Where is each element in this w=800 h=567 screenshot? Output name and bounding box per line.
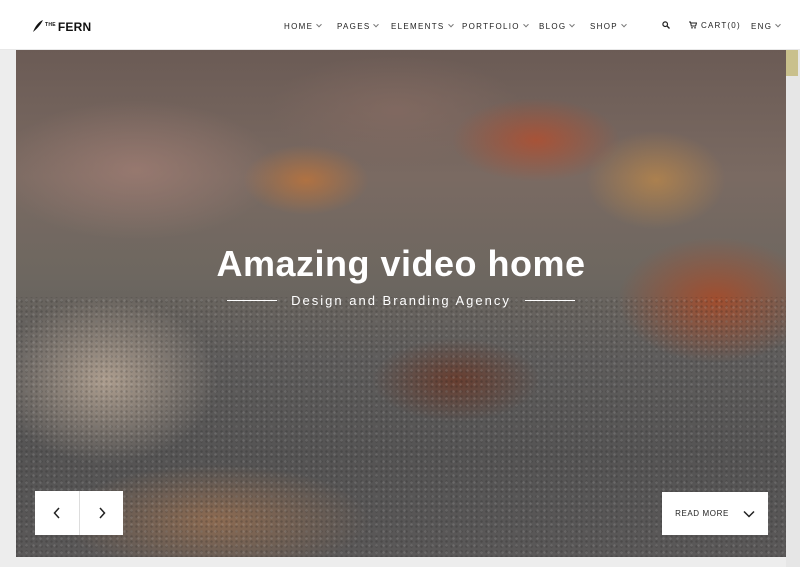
chevron-down-icon (569, 21, 576, 28)
nav-item-shop[interactable]: SHOP (590, 20, 627, 32)
nav-item-home[interactable]: HOME (284, 20, 323, 32)
read-more-button[interactable]: READ MORE (662, 492, 768, 535)
chevron-down-icon (775, 21, 782, 28)
divider-line-left (227, 300, 278, 301)
cart-button[interactable]: CART(0) (689, 19, 741, 31)
previous-slide-button[interactable] (35, 491, 79, 535)
divider-line-right (524, 300, 575, 301)
next-slide-button[interactable] (79, 491, 123, 535)
cart-icon (689, 21, 697, 29)
nav-item-elements[interactable]: ELEMENTS (391, 20, 454, 32)
hero-subtitle-row: Design and Branding Agency (16, 293, 786, 308)
nav-item-pages[interactable]: PAGES (337, 20, 380, 32)
language-label: ENG (751, 21, 773, 31)
nav-label: SHOP (590, 21, 618, 31)
chevron-down-icon (316, 21, 323, 28)
language-selector[interactable]: ENG (751, 20, 782, 32)
nav-label: PORTFOLIO (462, 21, 520, 31)
site-header: THE FERN HOME PAGES ELEMENTS PORTFOLIO B… (0, 0, 800, 50)
logo-small-text: THE (45, 22, 56, 28)
search-icon (662, 21, 670, 29)
search-button[interactable] (662, 19, 670, 31)
nav-label: HOME (284, 21, 314, 31)
chevron-down-icon (373, 21, 380, 28)
chevron-right-icon (98, 507, 106, 519)
cart-label: CART(0) (701, 20, 741, 30)
chevron-down-icon (447, 21, 454, 28)
nav-label: BLOG (539, 21, 567, 31)
nav-item-blog[interactable]: BLOG (539, 20, 576, 32)
read-more-label: READ MORE (675, 509, 729, 518)
chevron-left-icon (53, 507, 60, 519)
nav-label: ELEMENTS (391, 21, 445, 31)
side-scroll-handle[interactable] (786, 50, 798, 76)
chevron-down-icon (743, 510, 755, 518)
hero-subtitle: Design and Branding Agency (291, 293, 511, 308)
chevron-down-icon (522, 21, 529, 28)
side-scroll-strip (786, 50, 800, 567)
fern-leaf-icon (33, 20, 43, 32)
hero-title: Amazing video home (216, 243, 586, 284)
nav-item-portfolio[interactable]: PORTFOLIO (462, 20, 529, 32)
hero-slider: Amazing video home Design and Branding A… (16, 50, 786, 557)
chevron-down-icon (621, 21, 627, 28)
site-logo[interactable]: THE FERN (32, 17, 91, 33)
logo-name: FERN (57, 20, 92, 34)
nav-label: PAGES (337, 21, 371, 31)
